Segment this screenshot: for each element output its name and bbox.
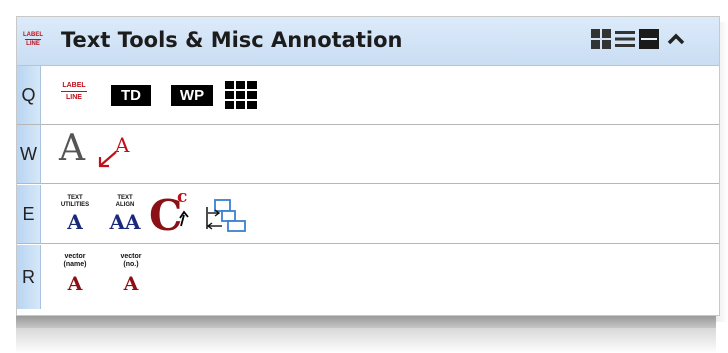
leader-text-tool[interactable]: A [97, 135, 141, 171]
tool-row-w: W A A [17, 125, 719, 184]
label-line-icon: LABEL LINE [23, 30, 43, 50]
text-utilities-tool[interactable]: TEXT UTILITIES A [53, 193, 97, 237]
compact-view-button[interactable] [638, 28, 660, 50]
text-utilities-line2: UTILITIES [60, 202, 90, 208]
label-line-bottom-text: LINE [66, 94, 82, 101]
table-grid-tool[interactable] [225, 81, 257, 109]
label-line-tool[interactable]: LABEL LINE [57, 80, 91, 108]
title-icon-label-text: LABEL [23, 32, 43, 38]
list-icon [615, 31, 635, 47]
grid-icon [591, 29, 611, 49]
row-shortcut-key: E [17, 185, 41, 243]
title-icon-line-text: LINE [26, 41, 40, 47]
text-align-tool[interactable]: TEXT ALIGN AA [103, 193, 147, 237]
text-align-line2: ALIGN [115, 202, 135, 208]
text-utilities-line1: TEXT [67, 195, 83, 201]
grid-view-button[interactable] [590, 28, 612, 50]
row-shortcut-key: Q [17, 66, 41, 124]
collapse-button[interactable] [665, 28, 687, 50]
chevron-up-icon [667, 33, 685, 45]
label-line-top-text: LABEL [62, 82, 86, 89]
change-case-small-glyph: c [177, 187, 188, 207]
vector-no-line2: (no.) [123, 261, 139, 268]
vector-name-glyph: A [67, 273, 83, 295]
title-icon-divider [25, 39, 41, 40]
row-shortcut-key: R [17, 245, 41, 309]
tool-palette: LABEL LINE Text Tools & Misc Annotation [16, 16, 720, 316]
leader-text-glyph: A [115, 133, 130, 157]
vector-name-tool[interactable]: vector (name) A [53, 251, 97, 301]
table-icon [225, 81, 257, 109]
label-line-divider [61, 91, 87, 92]
row-shortcut-key: W [17, 125, 41, 183]
compact-icon [639, 29, 659, 49]
vector-name-line2: (name) [63, 261, 87, 268]
list-view-button[interactable] [614, 28, 636, 50]
change-case-tool[interactable]: C c [149, 189, 197, 239]
vector-no-glyph: A [123, 273, 139, 295]
palette-title-bar[interactable]: LABEL LINE Text Tools & Misc Annotation [17, 17, 719, 66]
text-tool[interactable]: A [59, 131, 85, 167]
palette-title: Text Tools & Misc Annotation [61, 28, 403, 52]
tool-row-q: Q LABEL LINE TD WP [17, 66, 719, 125]
text-align-glyph: AA [109, 210, 141, 234]
vector-no-tool[interactable]: vector (no.) A [109, 251, 153, 301]
align-objects-tool[interactable] [205, 199, 249, 233]
tool-row-e: E TEXT UTILITIES A TEXT ALIGN AA C c [17, 185, 719, 244]
tool-row-r: R vector (name) A vector (no.) A [17, 245, 719, 309]
text-utilities-glyph: A [67, 210, 83, 234]
change-case-arrow-icon [179, 210, 189, 227]
wp-button[interactable]: WP [171, 85, 213, 106]
palette-shadow-bottom [16, 316, 716, 328]
align-objects-icon [206, 199, 246, 232]
vector-name-line1: vector [64, 253, 86, 260]
palette-shadow-bottom-fade [16, 328, 716, 353]
vector-no-line1: vector [120, 253, 142, 260]
td-button[interactable]: TD [111, 85, 151, 106]
text-align-line1: TEXT [117, 195, 133, 201]
